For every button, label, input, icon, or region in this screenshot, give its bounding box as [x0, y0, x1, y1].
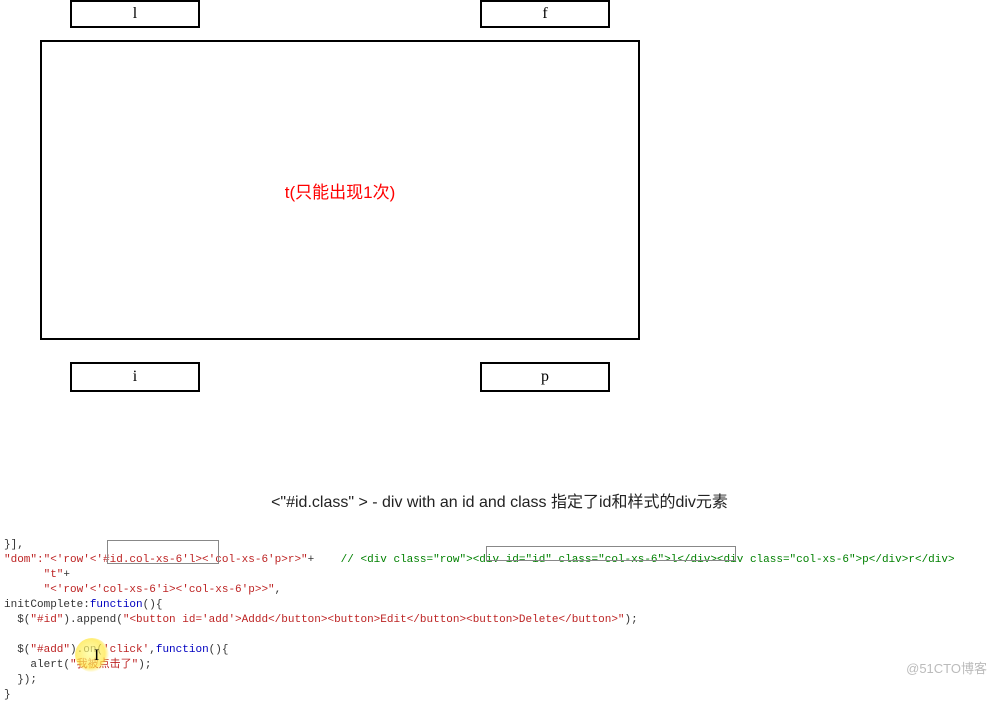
code-line: }],	[4, 539, 24, 551]
code-line: );	[625, 614, 638, 626]
box-f: f	[480, 0, 610, 28]
code-block: }], "dom":"<'row'<'#id.col-xs-6'l><'col-…	[4, 538, 955, 703]
code-line: $(	[4, 614, 30, 626]
code-line: "<'row'<'col-xs-6'i><'col-xs-6'p>>"	[44, 584, 275, 596]
code-line: alert(	[4, 659, 70, 671]
code-line: $(	[4, 644, 30, 656]
code-string: "#add"	[30, 644, 70, 656]
code-string: 'click'	[103, 644, 149, 656]
code-line: ).on(	[70, 644, 103, 656]
code-line: (){	[143, 599, 163, 611]
code-line: );	[138, 659, 151, 671]
code-line: ).append(	[63, 614, 122, 626]
code-line: ,	[149, 644, 156, 656]
box-l: l	[70, 0, 200, 28]
code-comment: // <div class="row"><div id="id" class="…	[341, 554, 955, 566]
code-keyword: function	[156, 644, 209, 656]
code-line: "<'row'<'#id.col-xs-6'l><'col-xs-6'p>r>"	[44, 554, 308, 566]
code-line: initComplete:	[4, 599, 90, 611]
code-line: ,	[275, 584, 282, 596]
code-line: +	[308, 554, 315, 566]
code-line: +	[63, 569, 70, 581]
code-string: "#id"	[30, 614, 63, 626]
code-line: });	[4, 674, 37, 686]
caption-text: <"#id.class" > - div with an id and clas…	[0, 488, 999, 512]
code-string: "我被点击了"	[70, 659, 138, 671]
code-keyword: function	[90, 599, 143, 611]
box-t: t(只能出现1次)	[40, 40, 640, 340]
code-string: "<button id='add'>Addd</button><button>E…	[123, 614, 625, 626]
code-line: }	[4, 689, 11, 701]
watermark: @51CTO博客	[906, 658, 987, 677]
code-line: "dom":	[4, 554, 44, 566]
box-i: i	[70, 362, 200, 392]
code-line: (){	[209, 644, 229, 656]
box-p: p	[480, 362, 610, 392]
code-line: "t"	[44, 569, 64, 581]
